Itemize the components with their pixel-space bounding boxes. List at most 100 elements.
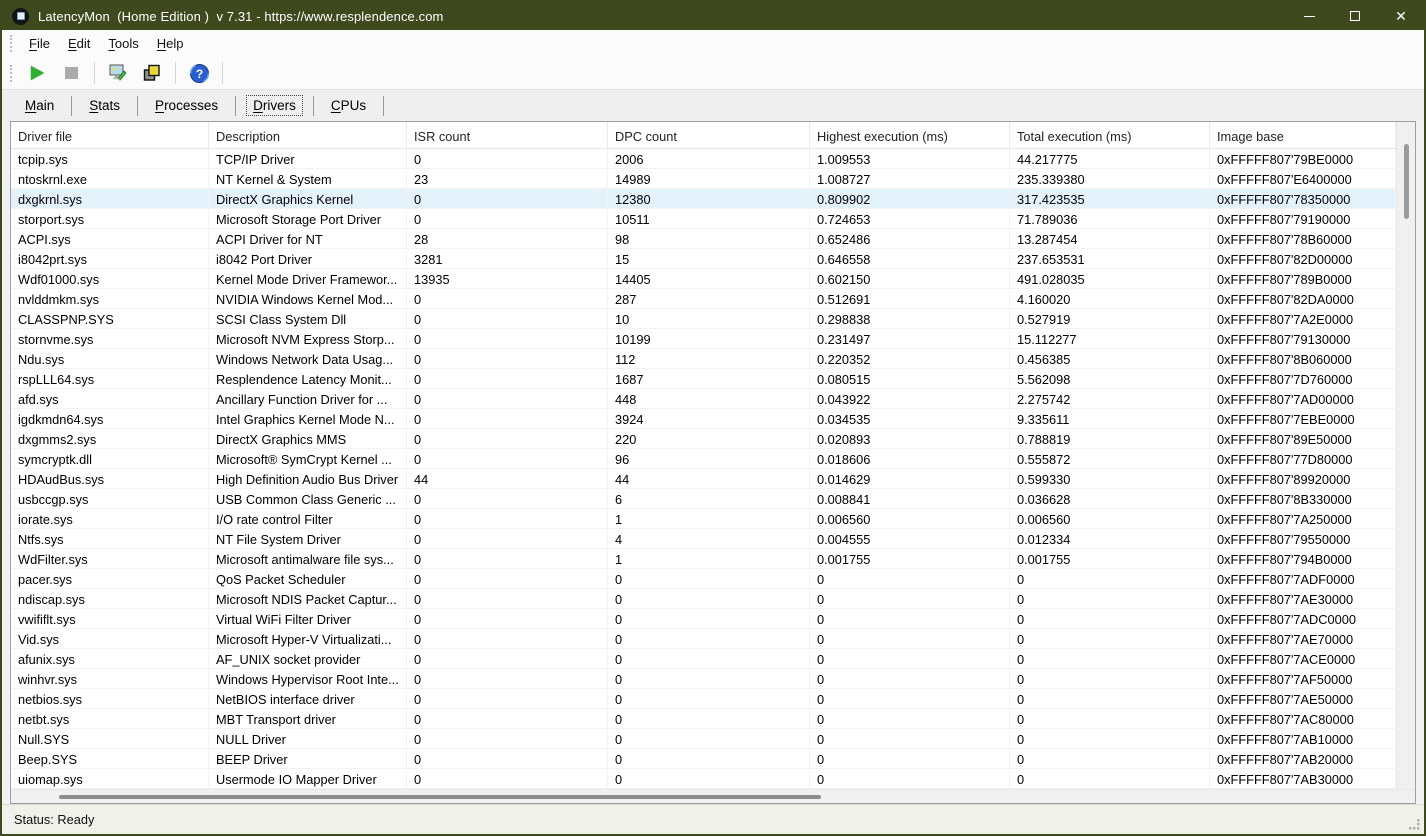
table-row-ACPI.sys[interactable]: ACPI.sysACPI Driver for NT28980.65248613… xyxy=(11,229,1396,249)
table-row-afd.sys[interactable]: afd.sysAncillary Function Driver for ...… xyxy=(11,389,1396,409)
horizontal-scrollbar[interactable] xyxy=(11,789,1415,803)
table-cell: 0 xyxy=(407,589,608,608)
table-row-pacer.sys[interactable]: pacer.sysQoS Packet Scheduler00000xFFFFF… xyxy=(11,569,1396,589)
tab-main[interactable]: Main xyxy=(12,92,67,119)
table-cell: usbccgp.sys xyxy=(11,489,209,508)
column-header-description[interactable]: Description xyxy=(209,122,407,148)
table-row-Beep.SYS[interactable]: Beep.SYSBEEP Driver00000xFFFFF807'7AB200… xyxy=(11,749,1396,769)
menu-item-file[interactable]: File xyxy=(20,32,59,55)
close-button[interactable]: ✕ xyxy=(1378,2,1424,30)
table-row-igdkmdn64.sys[interactable]: igdkmdn64.sysIntel Graphics Kernel Mode … xyxy=(11,409,1396,429)
table-cell: 23 xyxy=(407,169,608,188)
tab-cpus[interactable]: CPUs xyxy=(318,92,379,119)
tab-stats[interactable]: Stats xyxy=(76,92,133,119)
table-cell: 0 xyxy=(407,729,608,748)
table-row-Wdf01000.sys[interactable]: Wdf01000.sysKernel Mode Driver Framewor.… xyxy=(11,269,1396,289)
maximize-icon xyxy=(1350,11,1360,21)
table-cell: 0 xyxy=(810,749,1010,768)
table-row-usbccgp.sys[interactable]: usbccgp.sysUSB Common Class Generic ...0… xyxy=(11,489,1396,509)
column-header-image-base[interactable]: Image base xyxy=(1210,122,1396,148)
table-row-symcryptk.dll[interactable]: symcryptk.dllMicrosoft® SymCrypt Kernel … xyxy=(11,449,1396,469)
table-cell: Vid.sys xyxy=(11,629,209,648)
menubar-gripper[interactable] xyxy=(10,35,13,52)
table-cell: 0xFFFFF807'77D80000 xyxy=(1210,449,1396,468)
table-cell: 0xFFFFF807'7ADC0000 xyxy=(1210,609,1396,628)
table-cell: Microsoft Storage Port Driver xyxy=(209,209,407,228)
maximize-button[interactable] xyxy=(1332,2,1378,30)
table-cell: 0.456385 xyxy=(1010,349,1210,368)
table-row-netbios.sys[interactable]: netbios.sysNetBIOS interface driver00000… xyxy=(11,689,1396,709)
table-cell: 0 xyxy=(608,609,810,628)
table-row-netbt.sys[interactable]: netbt.sysMBT Transport driver00000xFFFFF… xyxy=(11,709,1396,729)
table-cell: winhvr.sys xyxy=(11,669,209,688)
table-row-vwififlt.sys[interactable]: vwififlt.sysVirtual WiFi Filter Driver00… xyxy=(11,609,1396,629)
table-cell: dxgkrnl.sys xyxy=(11,189,209,208)
table-row-Ntfs.sys[interactable]: Ntfs.sysNT File System Driver040.0045550… xyxy=(11,529,1396,549)
table-row-Ndu.sys[interactable]: Ndu.sysWindows Network Data Usag...01120… xyxy=(11,349,1396,369)
table-row-HDAudBus.sys[interactable]: HDAudBus.sysHigh Definition Audio Bus Dr… xyxy=(11,469,1396,489)
menubar-items: FileEditToolsHelp xyxy=(20,32,192,55)
table-row-afunix.sys[interactable]: afunix.sysAF_UNIX socket provider00000xF… xyxy=(11,649,1396,669)
table-row-rspLLL64.sys[interactable]: rspLLL64.sysResplendence Latency Monit..… xyxy=(11,369,1396,389)
table-row-iorate.sys[interactable]: iorate.sysI/O rate control Filter010.006… xyxy=(11,509,1396,529)
table-cell: 0.231497 xyxy=(810,329,1010,348)
toolbar-separator xyxy=(222,62,223,84)
menu-item-help[interactable]: Help xyxy=(148,32,193,55)
tab-drivers[interactable]: Drivers xyxy=(240,92,309,119)
column-header-dpc-count[interactable]: DPC count xyxy=(608,122,810,148)
table-cell: 0 xyxy=(407,349,608,368)
table-cell: iorate.sys xyxy=(11,509,209,528)
tab-processes[interactable]: Processes xyxy=(142,92,231,119)
stop-monitor-button[interactable] xyxy=(56,60,86,86)
windows-button[interactable] xyxy=(137,60,167,86)
table-cell: 235.339380 xyxy=(1010,169,1210,188)
horizontal-scrollbar-thumb[interactable] xyxy=(59,795,821,799)
table-row-i8042prt.sys[interactable]: i8042prt.sysi8042 Port Driver3281150.646… xyxy=(11,249,1396,269)
table-cell: ndiscap.sys xyxy=(11,589,209,608)
table-cell: 287 xyxy=(608,289,810,308)
toolbar-gripper[interactable] xyxy=(10,65,13,82)
table-cell: i8042prt.sys xyxy=(11,249,209,268)
table-row-dxgkrnl.sys[interactable]: dxgkrnl.sysDirectX Graphics Kernel012380… xyxy=(11,189,1396,209)
column-header-total-execution-ms[interactable]: Total execution (ms) xyxy=(1010,122,1210,148)
table-cell: NVIDIA Windows Kernel Mod... xyxy=(209,289,407,308)
column-header-isr-count[interactable]: ISR count xyxy=(407,122,608,148)
table-cell: 0 xyxy=(810,689,1010,708)
vertical-scrollbar-thumb[interactable] xyxy=(1404,144,1409,219)
minimize-button[interactable] xyxy=(1286,2,1332,30)
table-cell: 0 xyxy=(407,629,608,648)
table-row-WdFilter.sys[interactable]: WdFilter.sysMicrosoft antimalware file s… xyxy=(11,549,1396,569)
table-cell: 0 xyxy=(407,369,608,388)
table-cell: pacer.sys xyxy=(11,569,209,588)
vertical-scrollbar[interactable] xyxy=(1396,122,1415,789)
table-row-winhvr.sys[interactable]: winhvr.sysWindows Hypervisor Root Inte..… xyxy=(11,669,1396,689)
table-cell: 0 xyxy=(608,569,810,588)
menu-item-tools[interactable]: Tools xyxy=(99,32,147,55)
analyze-button[interactable] xyxy=(103,60,133,86)
table-row-ndiscap.sys[interactable]: ndiscap.sysMicrosoft NDIS Packet Captur.… xyxy=(11,589,1396,609)
table-cell: netbt.sys xyxy=(11,709,209,728)
table-row-dxgmms2.sys[interactable]: dxgmms2.sysDirectX Graphics MMS02200.020… xyxy=(11,429,1396,449)
table-row-CLASSPNP.SYS[interactable]: CLASSPNP.SYSSCSI Class System Dll0100.29… xyxy=(11,309,1396,329)
table-cell: 448 xyxy=(608,389,810,408)
table-cell: AF_UNIX socket provider xyxy=(209,649,407,668)
status-text: Status: Ready xyxy=(14,812,94,827)
table-row-nvlddmkm.sys[interactable]: nvlddmkm.sysNVIDIA Windows Kernel Mod...… xyxy=(11,289,1396,309)
column-header-driver-file[interactable]: Driver file xyxy=(11,122,209,148)
column-header-highest-execution-ms[interactable]: Highest execution (ms) xyxy=(810,122,1010,148)
table-cell: 0.555872 xyxy=(1010,449,1210,468)
start-monitor-button[interactable] xyxy=(22,60,52,86)
table-row-uiomap.sys[interactable]: uiomap.sysUsermode IO Mapper Driver00000… xyxy=(11,769,1396,789)
table-cell: 317.423535 xyxy=(1010,189,1210,208)
table-row-Null.SYS[interactable]: Null.SYSNULL Driver00000xFFFFF807'7AB100… xyxy=(11,729,1396,749)
table-row-stornvme.sys[interactable]: stornvme.sysMicrosoft NVM Express Storp.… xyxy=(11,329,1396,349)
table-row-Vid.sys[interactable]: Vid.sysMicrosoft Hyper-V Virtualizati...… xyxy=(11,629,1396,649)
table-cell: 0xFFFFF807'7A2E0000 xyxy=(1210,309,1396,328)
menu-item-edit[interactable]: Edit xyxy=(59,32,99,55)
table-cell: Ndu.sys xyxy=(11,349,209,368)
table-row-storport.sys[interactable]: storport.sysMicrosoft Storage Port Drive… xyxy=(11,209,1396,229)
table-row-tcpip.sys[interactable]: tcpip.sysTCP/IP Driver020061.00955344.21… xyxy=(11,149,1396,169)
help-button[interactable]: ? xyxy=(184,60,214,86)
table-row-ntoskrnl.exe[interactable]: ntoskrnl.exeNT Kernel & System23149891.0… xyxy=(11,169,1396,189)
resize-grip-icon[interactable] xyxy=(1408,818,1421,831)
